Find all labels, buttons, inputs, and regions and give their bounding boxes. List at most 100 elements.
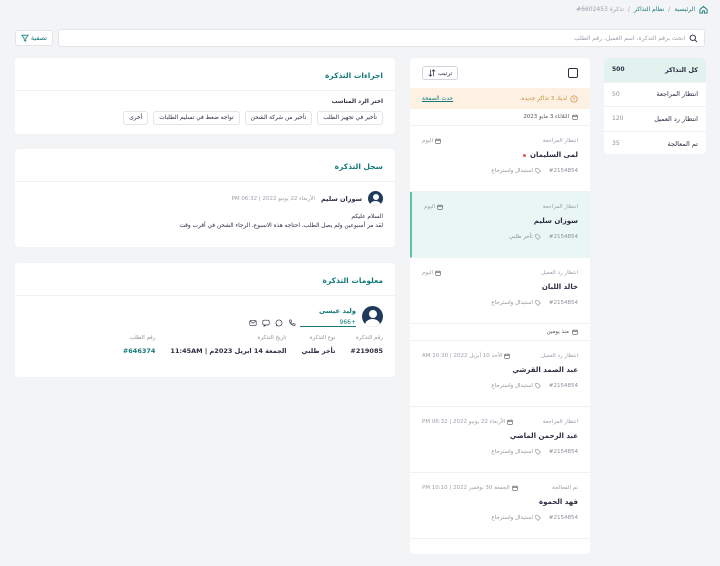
ticket-field-label: رقم التذكرة xyxy=(356,335,383,341)
log-message-text: لقد مر أسبوعين ولم يصل الطلب، احتاجه هذه… xyxy=(179,223,383,229)
calendar-icon xyxy=(572,329,578,335)
response-option-button[interactable]: تأخير في تجهيز الطلب xyxy=(317,111,383,125)
response-subtitle: اختر الرد المناسب xyxy=(331,99,383,105)
calendar-icon xyxy=(507,419,514,425)
ticket-customer-name: خالد اللبان xyxy=(541,283,578,291)
sort-label: ترتيب xyxy=(438,69,453,77)
ticket-time: الأربعاء 22 يونيو 2022 | 06:32 PM xyxy=(422,419,506,425)
ticket-list-item[interactable]: انتظار المراجعة اليوم سوزان سليم #2154854 تأ… xyxy=(410,192,590,258)
email-icon[interactable] xyxy=(249,319,257,327)
log-message: السلام عليكم لقد مر أسبوعين ولم يصل الطل… xyxy=(15,206,395,231)
ticket-status: انتظار المراجعة xyxy=(542,138,578,144)
phone-icon[interactable] xyxy=(288,319,296,327)
filter-icon xyxy=(20,34,29,42)
ticket-id: #2154854 xyxy=(548,168,578,174)
ticket-reason: استبدال واسترجاع xyxy=(491,449,533,455)
customer-avatar xyxy=(362,306,383,327)
ticket-list-item[interactable]: انتظار المراجعة اليوم لمى السليمان #2154854… xyxy=(410,126,590,192)
search-icon xyxy=(689,34,698,42)
response-option-button[interactable]: تواجه ضغط في تسليم الطلبات xyxy=(153,111,240,125)
tag-icon xyxy=(535,383,541,389)
log-greeting: السلام عليكم xyxy=(351,214,383,220)
sort-button[interactable]: ترتيب xyxy=(422,66,459,80)
search-input[interactable]: ابحث برقم التذكرة، اسم العميل، رقم الطلب xyxy=(58,29,705,47)
ticket-field-label: تاريخ التذكرة xyxy=(257,335,287,341)
ticket-id: #2154854 xyxy=(548,383,578,389)
calendar-icon xyxy=(512,485,518,491)
ticket-fields: رقم التذكرة #219085 نوع التذكرة تأخر طلبي تا… xyxy=(15,327,395,355)
status-filter-panel: كل التذاكر 500 انتظار المراجعة 50 انتظار رد … xyxy=(604,58,706,154)
ticket-id: #2154854 xyxy=(548,449,578,455)
ticket-status: تم المعالجة xyxy=(552,485,578,491)
tag-icon xyxy=(535,300,541,306)
ticket-customer-name: لمى السليمان xyxy=(529,151,578,159)
refresh-page-link[interactable]: حدث الصفحة xyxy=(422,96,453,102)
customer-block: وليد عيسى +966 xyxy=(15,296,395,327)
calendar-icon xyxy=(572,114,578,120)
response-option-button[interactable]: أخرى xyxy=(123,111,149,125)
ticket-list-item[interactable]: تم المعالجة الجمعة 30 نوفمبر 2022 | 10:10… xyxy=(410,473,590,539)
ticket-time: اليوم xyxy=(422,270,434,276)
breadcrumb-home[interactable]: الرئيسية xyxy=(674,6,695,13)
tag-icon xyxy=(535,168,541,174)
ticket-group-title: منذ يومين xyxy=(546,329,569,335)
status-filter-count: 50 xyxy=(612,90,620,98)
ticket-time: الجمعة 30 نوفمبر 2022 | 10:10 PM xyxy=(422,485,510,491)
tag-icon xyxy=(535,515,541,521)
tag-icon xyxy=(535,449,541,455)
customer-name: وليد عيسى xyxy=(318,307,356,315)
calendar-icon xyxy=(504,353,511,359)
calendar-icon xyxy=(437,204,443,210)
ticket-info-card: معلومات التذكرة وليد عيسى +966 رقم التذك… xyxy=(15,263,395,377)
search-placeholder: ابحث برقم التذكرة، اسم العميل، رقم الطلب xyxy=(574,34,685,42)
contact-actions xyxy=(249,319,296,327)
filter-button[interactable]: تصفية xyxy=(15,30,53,46)
chat-icon[interactable] xyxy=(262,319,270,327)
ticket-list-item[interactable]: انتظار رد العميل الأحد 10 أبريل 2022 | 10… xyxy=(410,341,590,407)
status-filter-item[interactable]: كل التذاكر 500 xyxy=(604,58,706,83)
ticket-status: انتظار رد العميل xyxy=(540,353,578,359)
ticket-field: رقم التذكرة #219085 xyxy=(350,335,383,355)
ticket-date-group: الثلاثاء 3 مايو 2023 xyxy=(410,109,590,126)
ticket-field: تاريخ التذكرة الجمعة 14 ابريل 2023م | 11:… xyxy=(170,335,286,355)
whatsapp-icon[interactable] xyxy=(275,319,283,327)
ticket-list-item[interactable]: انتظار رد العميل اليوم خالد اللبان #2154854… xyxy=(410,258,590,324)
home-icon[interactable] xyxy=(699,5,708,14)
response-option-button[interactable]: تأخير من شركة الشحن xyxy=(244,111,313,125)
customer-phone[interactable]: +966 xyxy=(300,319,356,327)
ticket-field-value: الجمعة 14 ابريل 2023م | 11:45AM xyxy=(170,347,287,355)
ticket-list-item[interactable]: انتظار المراجعة الأربعاء 22 يونيو 2022 | … xyxy=(410,407,590,473)
ticket-list: ترتيب لديك 3 تذاكر جديدة. حدث الصفحة الث… xyxy=(410,58,590,554)
status-filter-item[interactable]: انتظار المراجعة 50 xyxy=(604,83,706,107)
ticket-info-title: معلومات التذكرة xyxy=(322,276,383,285)
status-filter-count: 35 xyxy=(612,140,620,148)
breadcrumb-section[interactable]: نظام التذاكر xyxy=(634,6,664,13)
status-filter-count: 500 xyxy=(612,66,625,74)
status-filter-item[interactable]: تم المعالجة 35 xyxy=(604,132,706,157)
breadcrumb-current: تذكرة 6602453# xyxy=(576,5,624,13)
status-filter-label: تم المعالجة xyxy=(667,139,698,148)
ticket-reason: استبدال واسترجاع xyxy=(491,300,533,306)
status-filter-count: 120 xyxy=(612,115,624,123)
status-filter-label: انتظار رد العميل xyxy=(654,114,698,123)
ticket-actions-card: اجراءات التذكرة اختر الرد المناسب تأخير … xyxy=(15,58,395,134)
ticket-customer-name: عبد الرحمن الماضي xyxy=(509,432,578,440)
sort-icon xyxy=(428,69,436,77)
ticket-field-value: #646374 xyxy=(122,347,156,355)
ticket-group-title: الثلاثاء 3 مايو 2023 xyxy=(523,114,569,120)
log-date: الأربعاء 22 يونيو 2022 | 06:32 PM xyxy=(231,195,315,202)
ticket-customer-name: سوزان سليم xyxy=(533,217,578,225)
status-filter-label: انتظار المراجعة xyxy=(656,90,698,99)
status-filter-item[interactable]: انتظار رد العميل 120 xyxy=(604,107,706,132)
ticket-time: الأحد 10 أبريل 2022 | 10:30 AM xyxy=(422,353,503,359)
unread-dot xyxy=(522,153,526,157)
ticket-list-header: ترتيب xyxy=(410,58,590,88)
ticket-log-title: سجل التذكرة xyxy=(334,162,383,171)
calendar-icon xyxy=(435,138,441,144)
new-tickets-text: لديك 3 تذاكر جديدة. xyxy=(519,95,567,102)
ticket-field: رقم الطلب #646374 xyxy=(123,335,156,355)
select-all-checkbox[interactable] xyxy=(568,68,578,78)
ticket-customer-name: عبد الصمد القرشي xyxy=(512,366,578,374)
ticket-status: انتظار المراجعة xyxy=(542,204,578,210)
ticket-id: #2154854 xyxy=(548,300,578,306)
